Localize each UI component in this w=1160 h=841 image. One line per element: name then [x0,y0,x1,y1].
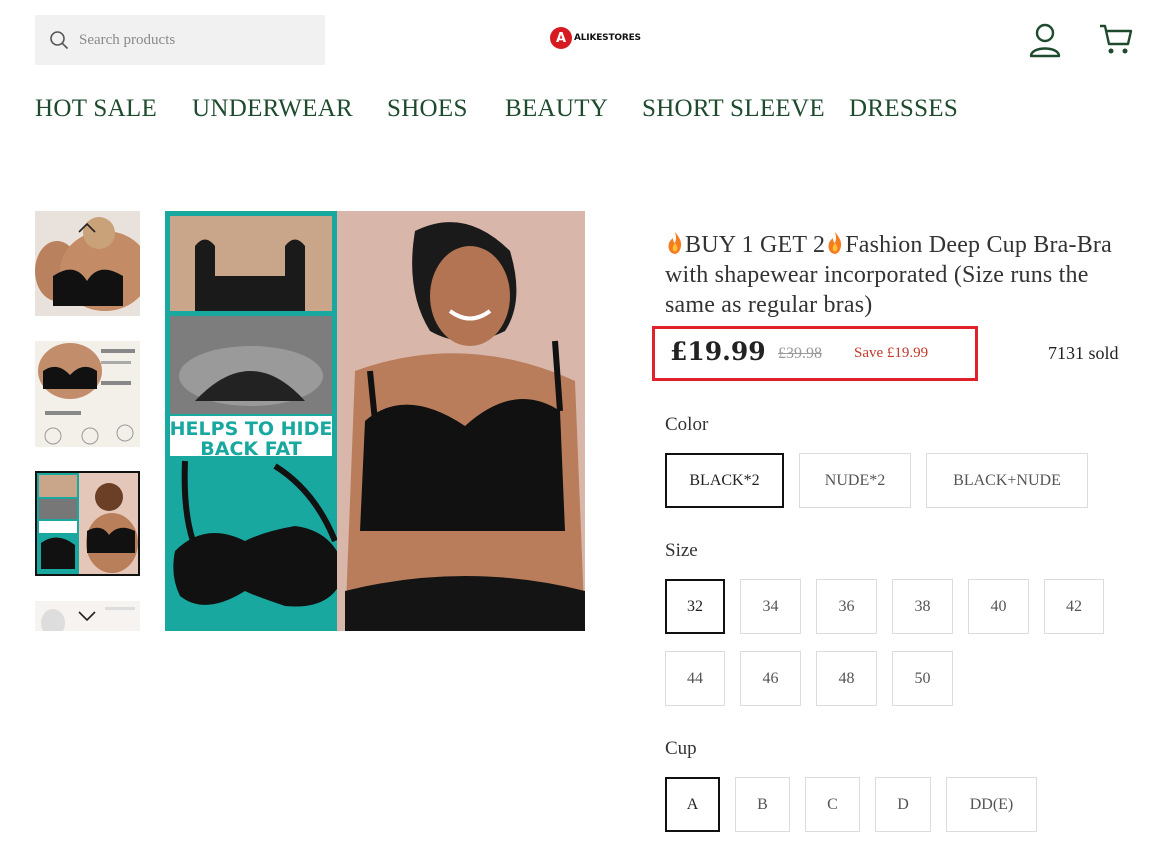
thumbnails-down-button[interactable] [75,607,99,625]
size-label: Size [665,540,698,561]
logo-mark: A [550,27,572,49]
chevron-down-icon [78,611,96,621]
size-option-46[interactable]: 46 [740,651,801,706]
size-option-48[interactable]: 48 [816,651,877,706]
size-option-40[interactable]: 40 [968,579,1029,634]
cup-option-a[interactable]: A [665,777,720,832]
nav-hot-sale[interactable]: HOT SALE [35,95,157,123]
size-option-50[interactable]: 50 [892,651,953,706]
account-icon[interactable] [1028,22,1062,58]
size-option-32[interactable]: 32 [665,579,725,634]
thumbnails-up-button[interactable] [75,219,99,237]
main-image-caption-line2: BACK FAT [200,438,301,460]
compare-price: £39.98 [778,345,822,362]
cup-label: Cup [665,738,697,759]
product-title: BUY 1 GET 2 Fashion Deep Cup Bra-Bra with… [665,230,1125,320]
store-logo[interactable]: A ALIKESTORES [550,27,641,49]
cup-option-c[interactable]: C [805,777,860,832]
fire-icon [828,232,842,254]
search-input[interactable]: Search products [35,15,325,65]
thumbnail-list [35,211,140,631]
size-option-36[interactable]: 36 [816,579,877,634]
sale-price: £19.99 [670,337,766,366]
search-placeholder: Search products [79,31,176,48]
nav-shoes[interactable]: SHOES [387,95,468,123]
cup-option-dde[interactable]: DD(E) [946,777,1037,832]
save-amount: Save £19.99 [854,345,929,361]
color-option-black-nude[interactable]: BLACK+NUDE [926,453,1088,508]
color-label: Color [665,414,709,435]
search-icon [50,31,69,50]
size-option-42[interactable]: 42 [1044,579,1104,634]
nav-dresses[interactable]: DRESSES [849,95,958,123]
fire-icon [668,232,682,254]
nav-underwear[interactable]: UNDERWEAR [192,95,353,123]
nav-short-sleeve[interactable]: SHORT SLEEVE [642,95,825,123]
thumbnail-3[interactable] [35,471,140,576]
cart-icon[interactable] [1098,22,1134,56]
chevron-up-icon [78,223,96,233]
nav-beauty[interactable]: BEAUTY [505,95,608,123]
color-option-black2[interactable]: BLACK*2 [665,453,784,508]
size-option-34[interactable]: 34 [740,579,801,634]
cup-option-d[interactable]: D [875,777,931,832]
logo-text: ALIKESTORES [574,33,641,43]
size-option-38[interactable]: 38 [892,579,953,634]
sold-count: 7131 sold [1048,343,1119,363]
title-part-1: BUY 1 GET 2 [685,232,826,258]
main-image-caption-line1: HELPS TO HIDE [170,418,333,440]
main-product-image[interactable]: HELPS TO HIDE BACK FAT [165,211,585,631]
thumbnail-2[interactable] [35,341,140,447]
size-option-44[interactable]: 44 [665,651,725,706]
cup-option-b[interactable]: B [735,777,790,832]
color-option-nude2[interactable]: NUDE*2 [799,453,911,508]
